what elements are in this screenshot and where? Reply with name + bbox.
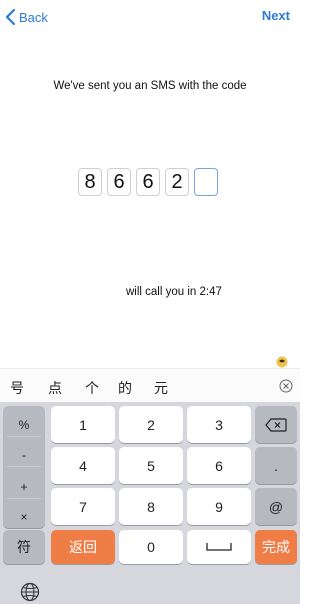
key-4[interactable]: 4 — [51, 447, 115, 484]
keyboard-logo-icon — [276, 356, 288, 368]
code-digit-4[interactable]: 2 — [165, 168, 189, 196]
divider — [7, 436, 41, 437]
candidate-bar: 号 点 个 的 元 — [0, 368, 300, 402]
code-digit-5[interactable] — [194, 168, 218, 196]
code-input[interactable]: 8 6 6 2 — [78, 168, 218, 196]
candidate-item[interactable]: 个 — [85, 378, 99, 398]
close-circle-icon[interactable] — [279, 379, 293, 393]
candidate-item[interactable]: 号 — [10, 378, 24, 398]
candidate-item[interactable]: 点 — [48, 378, 62, 398]
return-key[interactable]: 返回 — [51, 530, 115, 564]
divider — [7, 498, 41, 499]
divider — [7, 466, 41, 467]
symbols-key[interactable]: 符 — [3, 530, 45, 564]
symbol-column[interactable]: % - + × — [3, 406, 45, 528]
candidate-item[interactable]: 的 — [118, 378, 132, 398]
call-countdown-message: will call you in 2:47 — [126, 286, 222, 298]
back-button[interactable]: Back — [4, 7, 48, 27]
plus-key[interactable]: + — [3, 480, 45, 494]
candidate-item[interactable]: 元 — [154, 378, 168, 398]
key-3[interactable]: 3 — [187, 406, 251, 443]
key-1[interactable]: 1 — [51, 406, 115, 443]
chevron-left-icon — [5, 8, 16, 26]
sms-sent-message: We've sent you an SMS with the code — [53, 80, 247, 92]
code-digit-3[interactable]: 6 — [136, 168, 160, 196]
key-9[interactable]: 9 — [187, 488, 251, 525]
globe-icon[interactable] — [20, 582, 40, 602]
numeric-keyboard: % - + × 1 2 3 4 5 6 . 7 8 9 @ 符 返回 0 完成 — [0, 402, 300, 604]
back-label: Back — [19, 9, 48, 25]
key-7[interactable]: 7 — [51, 488, 115, 525]
key-6[interactable]: 6 — [187, 447, 251, 484]
at-key[interactable]: @ — [255, 488, 297, 525]
space-icon — [206, 543, 232, 551]
multiply-key[interactable]: × — [3, 510, 45, 524]
backspace-key[interactable] — [255, 406, 297, 443]
percent-key[interactable]: % — [3, 418, 45, 432]
backspace-icon — [265, 417, 287, 432]
key-2[interactable]: 2 — [119, 406, 183, 443]
space-key[interactable] — [187, 530, 251, 564]
code-digit-1[interactable]: 8 — [78, 168, 102, 196]
nav-bar: Back Next — [0, 0, 300, 34]
done-key[interactable]: 完成 — [255, 530, 297, 564]
key-8[interactable]: 8 — [119, 488, 183, 525]
minus-key[interactable]: - — [3, 448, 45, 462]
next-button[interactable]: Next — [262, 8, 290, 23]
key-5[interactable]: 5 — [119, 447, 183, 484]
code-digit-2[interactable]: 6 — [107, 168, 131, 196]
dot-key[interactable]: . — [255, 447, 297, 484]
key-0[interactable]: 0 — [119, 530, 183, 564]
